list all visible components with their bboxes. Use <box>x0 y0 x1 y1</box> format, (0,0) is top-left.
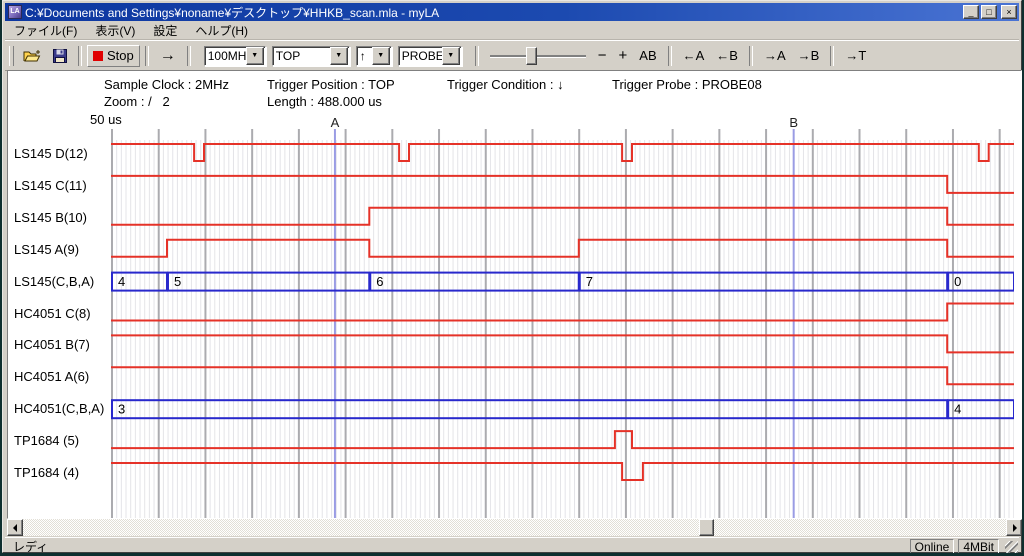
chevron-down-icon[interactable]: ▼ <box>246 47 264 65</box>
run-button[interactable]: → <box>154 45 182 67</box>
chevron-down-icon[interactable]: ▼ <box>372 47 390 65</box>
waveform-client-area[interactable]: Sample Clock : 2MHz Trigger Position : T… <box>7 70 1022 519</box>
window-title: C:¥Documents and Settings¥noname¥デスクトップ¥… <box>25 4 959 21</box>
channel-label: HC4051 B(7) <box>14 337 108 352</box>
stop-button[interactable]: Stop <box>87 45 140 67</box>
trigger-position-combo[interactable]: TOP ▼ <box>272 46 350 66</box>
bus-value: 4 <box>118 274 125 289</box>
bus-value: 3 <box>118 402 125 417</box>
scroll-left-button[interactable] <box>7 519 23 536</box>
channel-label: LS145 D(12) <box>14 146 108 161</box>
bus-value: 5 <box>174 274 181 289</box>
save-button[interactable] <box>47 45 73 67</box>
trigger-condition-info: Trigger Condition : ↓ <box>447 77 564 92</box>
menu-settings[interactable]: 設定 <box>144 20 186 41</box>
zoom-out-button[interactable]: − <box>592 45 613 67</box>
channel-label: LS145 B(10) <box>14 210 108 225</box>
chevron-down-icon[interactable]: ▼ <box>442 47 460 65</box>
menu-view[interactable]: 表示(V) <box>86 20 144 41</box>
channel-label: LS145 C(11) <box>14 178 108 193</box>
horizontal-scrollbar[interactable] <box>7 519 1022 536</box>
minimize-button[interactable]: _ <box>963 5 979 19</box>
title-bar[interactable]: LA C:¥Documents and Settings¥noname¥デスクト… <box>5 3 1019 21</box>
menu-file[interactable]: ファイル(F) <box>5 20 86 41</box>
app-icon[interactable]: LA <box>8 5 22 19</box>
waveform-plot[interactable]: 4 5 6 7 0 3 4 <box>111 129 1014 519</box>
bus-value: 7 <box>586 274 593 289</box>
goto-marker-b-button[interactable]: ←B <box>710 45 744 67</box>
trigger-probe-value: PROBE00 <box>399 49 442 63</box>
toolbar-separator <box>830 46 834 66</box>
set-marker-b-button[interactable]: →B <box>792 45 826 67</box>
maximize-button[interactable]: □ <box>981 5 997 19</box>
trigger-edge-combo[interactable]: ↑ ▼ <box>356 46 392 66</box>
open-folder-icon <box>23 49 41 63</box>
zoom-ab-button[interactable]: AB <box>633 45 662 67</box>
app-window: LA C:¥Documents and Settings¥noname¥デスクト… <box>2 0 1022 553</box>
sample-rate-value: 100MHz <box>205 49 246 63</box>
toolbar-separator <box>187 46 191 66</box>
close-button[interactable]: × <box>1001 5 1017 19</box>
trigger-position-value: TOP <box>273 49 330 63</box>
bus-value: 6 <box>376 274 383 289</box>
trigger-probe-combo[interactable]: PROBE00 ▼ <box>398 46 462 66</box>
channel-label: TP1684 (5) <box>14 433 108 448</box>
scroll-right-icon <box>1013 524 1017 532</box>
zoom-slider[interactable] <box>490 46 586 66</box>
zoom-info: Zoom : / 2 <box>104 94 170 109</box>
online-status-badge: Online <box>910 539 955 554</box>
toolbar: Stop → 100MHz ▼ TOP ▼ ↑ ▼ PROBE00 ▼ − + <box>5 40 1019 71</box>
bus-value: 4 <box>954 402 961 417</box>
marker-a-label[interactable]: A <box>330 115 340 130</box>
zoom-in-button[interactable]: + <box>613 45 634 67</box>
trigger-position-info: Trigger Position : TOP <box>267 77 395 92</box>
set-marker-a-button[interactable]: →A <box>758 45 792 67</box>
stop-icon <box>93 51 103 61</box>
bus-segment <box>168 273 369 291</box>
sample-clock-info: Sample Clock : 2MHz <box>104 77 229 92</box>
chevron-down-icon[interactable]: ▼ <box>330 47 348 65</box>
scroll-right-button[interactable] <box>1006 519 1022 536</box>
toolbar-separator <box>668 46 672 66</box>
sample-rate-combo[interactable]: 100MHz ▼ <box>204 46 266 66</box>
toolbar-grip <box>9 46 14 66</box>
channel-label: LS145 A(9) <box>14 242 108 257</box>
toolbar-separator <box>145 46 149 66</box>
save-floppy-icon <box>53 49 67 63</box>
channel-label: HC4051 A(6) <box>14 369 108 384</box>
toolbar-separator <box>78 46 82 66</box>
memory-size-badge: 4MBit <box>958 539 999 554</box>
bus-value: 0 <box>954 274 961 289</box>
length-info: Length : 488.000 us <box>267 94 382 109</box>
trigger-probe-info: Trigger Probe : PROBE08 <box>612 77 762 92</box>
menu-help[interactable]: ヘルプ(H) <box>186 20 257 41</box>
run-arrow-icon: → <box>160 49 176 63</box>
channel-label: HC4051 C(8) <box>14 306 108 321</box>
goto-marker-a-button[interactable]: ←A <box>677 45 711 67</box>
scroll-left-icon <box>13 524 17 532</box>
zoom-slider-thumb[interactable] <box>526 47 537 65</box>
channel-label: TP1684 (4) <box>14 465 108 480</box>
time-scale-label: 50 us <box>90 112 122 127</box>
toolbar-separator <box>749 46 753 66</box>
trigger-edge-value: ↑ <box>357 49 372 63</box>
channel-label: HC4051(C,B,A) <box>14 401 108 416</box>
goto-trigger-button[interactable]: →T <box>839 45 872 67</box>
toolbar-separator <box>475 46 479 66</box>
marker-b-label[interactable]: B <box>789 115 799 130</box>
scrollbar-thumb[interactable] <box>699 519 714 536</box>
open-file-button[interactable] <box>17 45 47 67</box>
zoom-slider-track <box>490 55 586 58</box>
menu-bar: ファイル(F) 表示(V) 設定 ヘルプ(H) <box>5 21 1019 40</box>
channel-label: LS145(C,B,A) <box>14 274 108 289</box>
